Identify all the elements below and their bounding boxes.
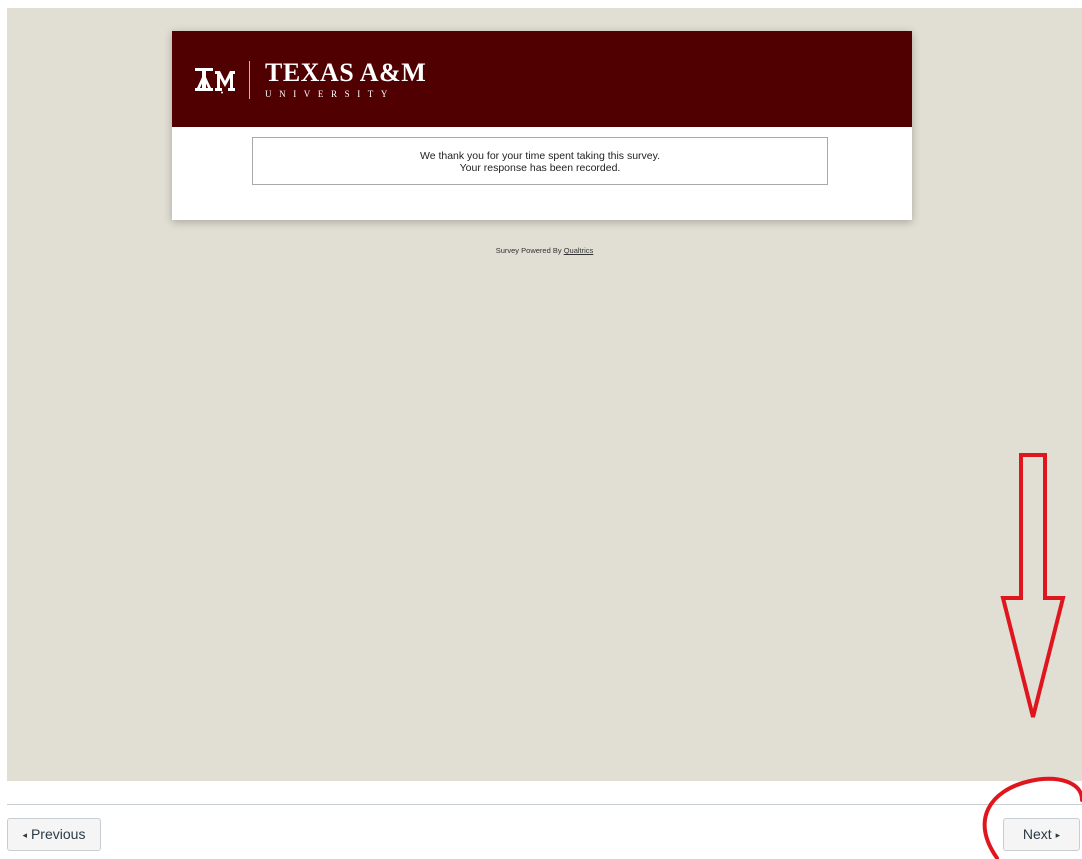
- triangle-left-icon: ◂: [22, 830, 28, 840]
- survey-frame: TEXAS A&M UNIVERSITY We thank you for yo…: [7, 8, 1082, 781]
- university-subtitle: UNIVERSITY: [265, 89, 395, 99]
- previous-button[interactable]: ◂ Previous: [7, 818, 101, 851]
- university-wordmark: TEXAS A&M UNIVERSITY: [265, 59, 426, 100]
- logo-divider: [249, 61, 250, 99]
- triangle-right-icon: ▸: [1055, 830, 1061, 840]
- survey-card: TEXAS A&M UNIVERSITY We thank you for yo…: [172, 31, 912, 220]
- completion-message-line2: Your response has been recorded.: [459, 162, 621, 174]
- next-button[interactable]: Next ▸: [1003, 818, 1080, 851]
- atm-logo-icon: [195, 68, 235, 94]
- powered-by-footer: Survey Powered By Qualtrics: [7, 246, 1082, 255]
- footer-divider: [7, 804, 1082, 805]
- university-title: TEXAS A&M: [265, 58, 427, 87]
- completion-message-line1: We thank you for your time spent taking …: [419, 150, 661, 162]
- lms-page: TEXAS A&M UNIVERSITY We thank you for yo…: [0, 0, 1082, 859]
- previous-button-label: Previous: [30, 826, 86, 842]
- qualtrics-link[interactable]: Qualtrics: [564, 246, 594, 255]
- powered-by-text: Survey Powered By: [495, 246, 562, 255]
- next-button-label: Next: [1022, 826, 1052, 842]
- survey-header-banner: TEXAS A&M UNIVERSITY: [172, 31, 912, 127]
- completion-message: We thank you for your time spent taking …: [252, 137, 828, 185]
